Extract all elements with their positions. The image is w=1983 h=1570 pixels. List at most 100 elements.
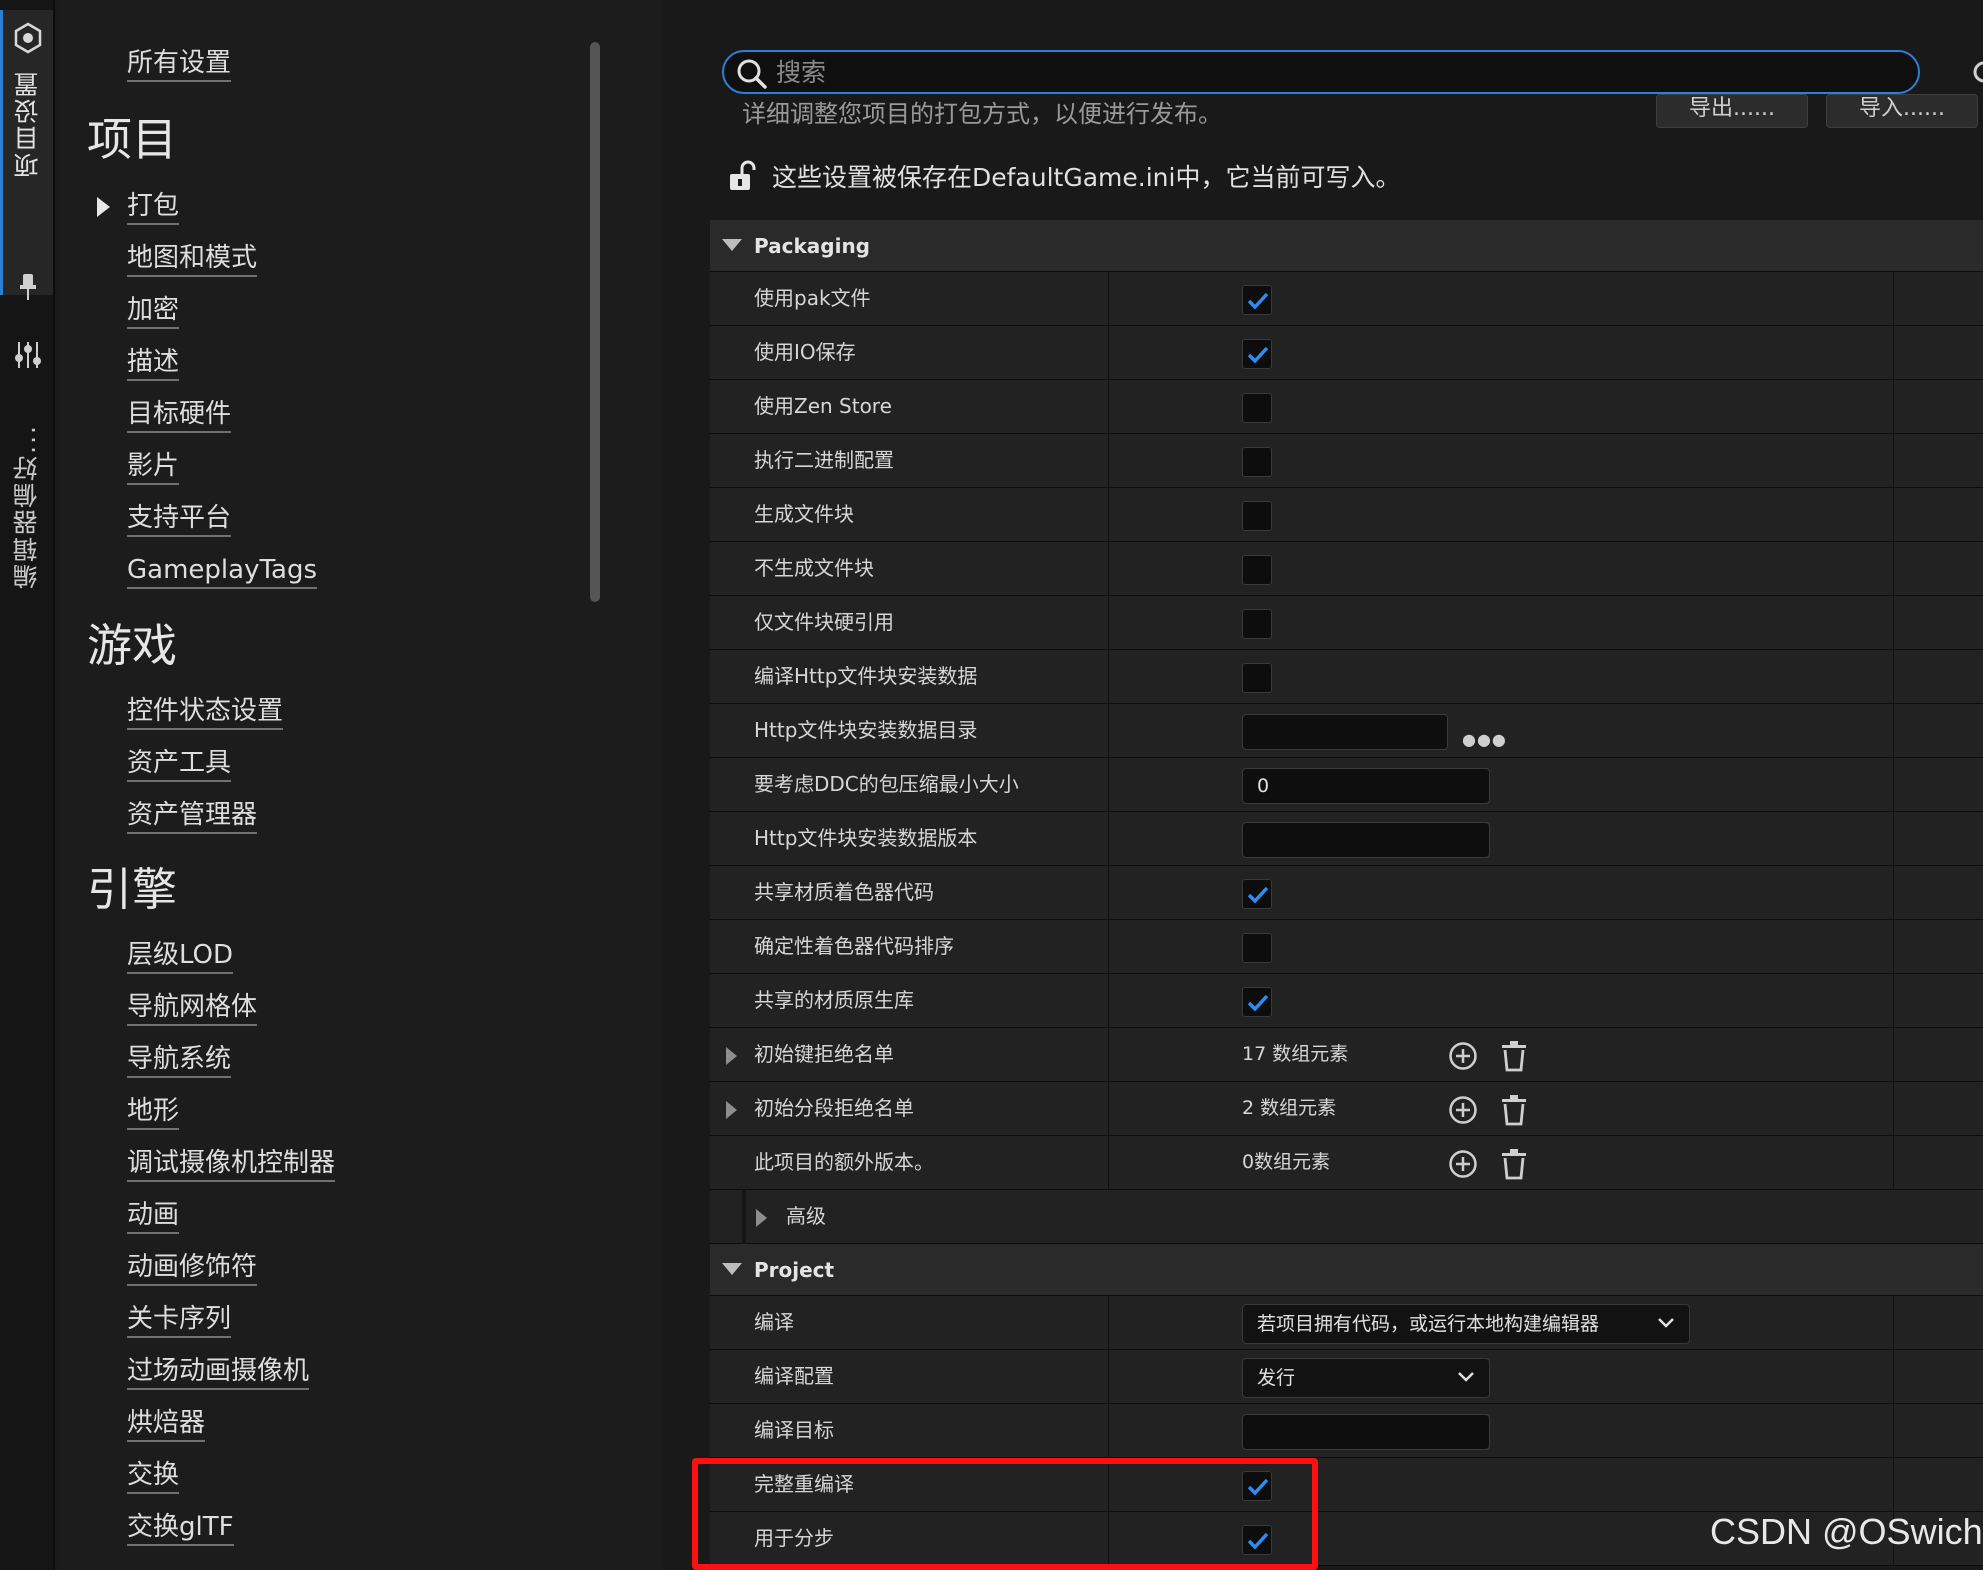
dropdown-value: 发行 — [1257, 1367, 1296, 1389]
category-title: Packaging — [754, 234, 870, 258]
checkbox-checked[interactable] — [1242, 339, 1272, 369]
checkbox-checked[interactable] — [1242, 1525, 1272, 1555]
add-element-icon[interactable] — [1448, 1149, 1478, 1179]
nav-item[interactable]: 支持平台 — [127, 501, 232, 537]
tab-editor-preferences[interactable]: 编辑器偏好... — [0, 410, 53, 670]
property-label: 此项目的额外版本。 — [754, 1150, 934, 1174]
collapse-triangle-icon[interactable] — [722, 1263, 742, 1275]
build-dropdown[interactable]: 若项目拥有代码，或运行本地构建编辑器 — [1242, 1304, 1690, 1344]
property-label: 共享的材质原生库 — [754, 988, 914, 1012]
advanced-row[interactable]: 高级 — [710, 1190, 1983, 1244]
checkmark-icon — [1247, 1478, 1269, 1496]
search-bar[interactable] — [722, 50, 1920, 94]
nav-item[interactable]: 动画 — [127, 1198, 180, 1234]
nav-item[interactable]: 关卡序列 — [127, 1302, 232, 1338]
delete-icon[interactable] — [1500, 1148, 1528, 1180]
nav-item[interactable]: 打包 — [127, 189, 180, 225]
nav-item[interactable]: 目标硬件 — [127, 397, 232, 433]
dropdown-value: 若项目拥有代码，或运行本地构建编辑器 — [1257, 1313, 1600, 1335]
checkbox-unchecked[interactable] — [1242, 447, 1272, 477]
number-field[interactable]: 0 — [1242, 768, 1490, 804]
property-row: 初始分段拒绝名单 2 数组元素 — [710, 1082, 1983, 1136]
expand-arrow-icon[interactable] — [756, 1209, 767, 1227]
pin-icon[interactable] — [17, 272, 39, 302]
property-label: 编译 — [754, 1310, 794, 1334]
build-target-field[interactable] — [1242, 1414, 1490, 1450]
nav-item[interactable]: 交换 — [127, 1458, 180, 1494]
nav-item[interactable]: 动画修饰符 — [127, 1250, 258, 1286]
import-button[interactable]: 导入...... — [1826, 94, 1978, 128]
text-field[interactable] — [1242, 822, 1490, 858]
expand-arrow-icon[interactable] — [726, 1101, 737, 1119]
property-row: 编译 若项目拥有代码，或运行本地构建编辑器 — [710, 1296, 1983, 1350]
collapse-triangle-icon[interactable] — [722, 239, 742, 251]
nav-item[interactable]: 资产工具 — [127, 746, 232, 782]
nav-scrollbar[interactable] — [590, 42, 600, 602]
tab-project-settings[interactable]: 项目设置 — [0, 10, 53, 295]
search-input[interactable] — [776, 56, 1876, 88]
checkbox-unchecked[interactable] — [1242, 663, 1272, 693]
checkmark-icon — [1247, 292, 1269, 310]
property-row: 执行二进制配置 — [710, 434, 1983, 488]
property-label: 编译目标 — [754, 1418, 834, 1442]
checkbox-checked[interactable] — [1242, 987, 1272, 1017]
property-label: 使用Zen Store — [754, 394, 892, 418]
checkbox-unchecked[interactable] — [1242, 393, 1272, 423]
nav-item[interactable]: 过场动画摄像机 — [127, 1354, 310, 1390]
nav-item[interactable]: 交换glTF — [127, 1510, 234, 1546]
property-row: 此项目的额外版本。 0数组元素 — [710, 1136, 1983, 1190]
delete-icon[interactable] — [1500, 1094, 1528, 1126]
save-note-text: 这些设置被保存在DefaultGame.ini中，它当前可写入。 — [772, 163, 1401, 192]
add-element-icon[interactable] — [1448, 1095, 1478, 1125]
build-config-dropdown[interactable]: 发行 — [1242, 1358, 1490, 1398]
export-button[interactable]: 导出...... — [1656, 94, 1808, 128]
nav-item[interactable]: GameplayTags — [127, 553, 318, 589]
checkbox-unchecked[interactable] — [1242, 501, 1272, 531]
category-title: Project — [754, 1258, 835, 1282]
checkbox-checked[interactable] — [1242, 285, 1272, 315]
browse-ellipsis-icon[interactable]: ●●● — [1462, 730, 1507, 749]
property-label: 确定性着色器代码排序 — [754, 934, 954, 958]
property-row: 要考虑DDC的包压缩最小大小 0 — [710, 758, 1983, 812]
sliders-icon[interactable] — [14, 340, 42, 370]
directory-path-field[interactable] — [1242, 714, 1448, 750]
nav-item[interactable]: 调试摄像机控制器 — [127, 1146, 336, 1182]
checkbox-unchecked[interactable] — [1242, 609, 1272, 639]
nav-heading-game: 游戏 — [87, 619, 178, 672]
checkbox-checked[interactable] — [1242, 1471, 1272, 1501]
nav-item[interactable]: 影片 — [127, 449, 180, 485]
expand-arrow-icon[interactable] — [726, 1047, 737, 1065]
chevron-down-icon — [1458, 1372, 1474, 1382]
property-label: Http文件块安装数据目录 — [754, 718, 978, 742]
checkbox-unchecked[interactable] — [1242, 555, 1272, 585]
nav-all-settings[interactable]: 所有设置 — [127, 46, 232, 82]
category-packaging[interactable]: Packaging — [710, 220, 1983, 272]
category-project[interactable]: Project — [710, 1244, 1983, 1296]
nav-item[interactable]: 地图和模式 — [127, 241, 258, 277]
nav-item[interactable]: 导航系统 — [127, 1042, 232, 1078]
checkbox-unchecked[interactable] — [1242, 933, 1272, 963]
nav-heading-engine: 引擎 — [87, 863, 178, 916]
search-icon — [737, 59, 767, 89]
property-row: 使用pak文件 — [710, 272, 1983, 326]
nav-item[interactable]: 烘焙器 — [127, 1406, 206, 1442]
nav-item[interactable]: 控件状态设置 — [127, 694, 284, 730]
property-row: Http文件块安装数据目录 ●●● — [710, 704, 1983, 758]
property-label: 编译配置 — [754, 1364, 834, 1388]
add-element-icon[interactable] — [1448, 1041, 1478, 1071]
nav-item[interactable]: 地形 — [127, 1094, 180, 1130]
project-settings-window: 项目设置 编辑器偏好... 所有设置 项目 打包 地图和模式 加密 描述 目标硬… — [0, 0, 1983, 1570]
property-row: Http文件块安装数据版本 — [710, 812, 1983, 866]
nav-item[interactable]: 加密 — [127, 293, 180, 329]
delete-icon[interactable] — [1500, 1040, 1528, 1072]
checkbox-checked[interactable] — [1242, 879, 1272, 909]
gear-icon[interactable] — [1970, 58, 1983, 86]
nav-item[interactable]: 描述 — [127, 345, 180, 381]
property-row: 编译配置 发行 — [710, 1350, 1983, 1404]
nav-item[interactable]: 导航网格体 — [127, 990, 258, 1026]
nav-item[interactable]: 层级LOD — [127, 938, 234, 974]
nav-item[interactable]: 资产管理器 — [127, 798, 258, 834]
settings-icon — [14, 22, 42, 54]
tab-project-settings-label: 项目设置 — [13, 70, 42, 178]
property-label: 初始分段拒绝名单 — [754, 1096, 914, 1120]
